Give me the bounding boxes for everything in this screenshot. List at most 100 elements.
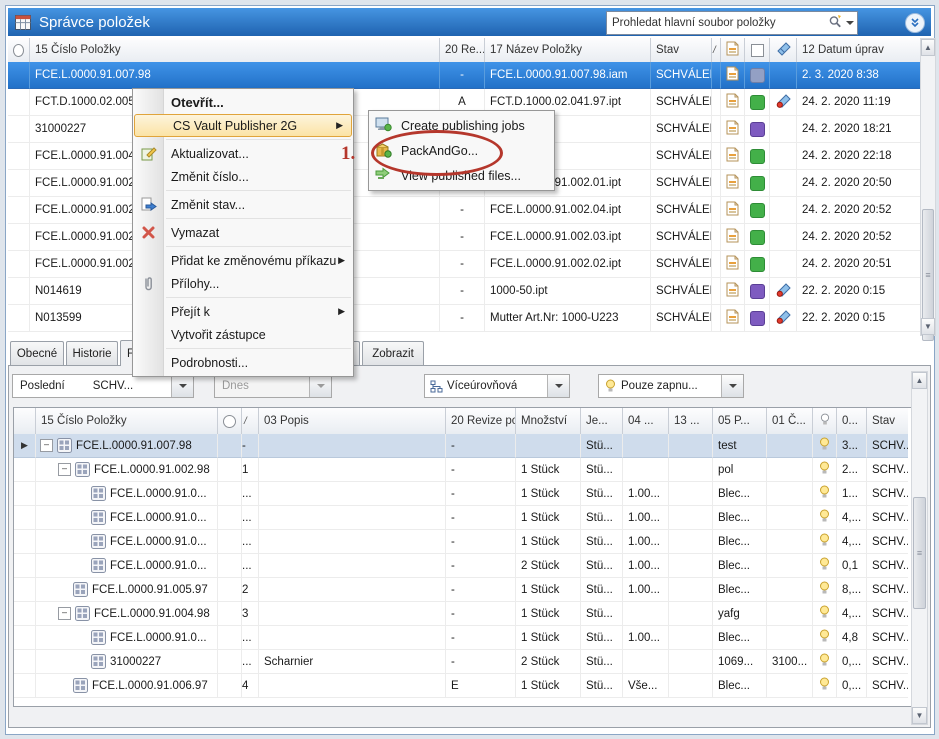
search-value: Prohledat hlavní soubor položky (612, 17, 828, 29)
bom-header-je[interactable]: Je... (581, 408, 623, 434)
bulb-icon (819, 677, 830, 694)
top-grid-scrollbar[interactable]: ▲ ≡ ▼ (920, 38, 936, 336)
search-input[interactable]: Prohledat hlavní soubor položky (606, 11, 858, 35)
collapse-icon[interactable]: – (58, 463, 71, 476)
combo-arrow-icon[interactable] (721, 375, 743, 397)
bom-header-01[interactable]: 01 Č... (767, 408, 813, 434)
menu-item-otevrit[interactable]: Otevřít... (133, 91, 353, 114)
menu-item-cs-vault-publisher[interactable]: CS Vault Publisher 2G▶ (134, 114, 352, 137)
window-title: Správce položek (39, 14, 150, 31)
tab-historie[interactable]: Historie (66, 341, 118, 365)
tab-zobrazit[interactable]: Zobrazit (362, 341, 424, 365)
scroll-up-icon[interactable]: ▲ (912, 372, 927, 389)
combo-arrow-icon[interactable] (171, 375, 193, 397)
cell-revize: - (440, 251, 485, 278)
cell-jednotka: Stü... (581, 650, 623, 674)
bom-row[interactable]: FCE.L.0000.91.006.974E1 StückStü...Vše..… (14, 674, 908, 698)
bom-header-slash[interactable]: / (242, 408, 259, 434)
top-header-tag[interactable] (770, 38, 797, 62)
bom-row[interactable]: FCE.L.0000.91.0......-1 StückStü...1.00.… (14, 482, 908, 506)
row-selector (14, 482, 36, 506)
top-header-re[interactable]: 20 Re... (440, 38, 485, 62)
menu-item-podrobnosti[interactable]: Podrobnosti... (133, 351, 353, 374)
row-selector (14, 674, 36, 698)
cell-slash (712, 278, 721, 305)
top-header-stav[interactable]: Stav (651, 38, 712, 62)
row-selector (14, 530, 36, 554)
cell-bulb (813, 434, 837, 458)
bom-header-revize[interactable]: 20 Revize položky (446, 408, 516, 434)
bom-row[interactable]: –FCE.L.0000.91.004.983-1 StückStü...yafg… (14, 602, 908, 626)
menu-item-zmenit-stav[interactable]: Změnit stav... (133, 193, 353, 216)
bom-row[interactable]: FCE.L.0000.91.0......-2 StückStü...1.00.… (14, 554, 908, 578)
bom-header-05[interactable]: 05 P... (713, 408, 767, 434)
tab-obecne[interactable]: Obecné (10, 341, 64, 365)
menu-item-vymazat[interactable]: Vymazat (133, 221, 353, 244)
row-selector (14, 578, 36, 602)
item-row[interactable]: FCE.L.0000.91.007.98-FCE.L.0000.91.007.9… (8, 62, 920, 89)
bom-row[interactable]: ▶–FCE.L.0000.91.007.98--Stü...test3...SC… (14, 434, 908, 458)
bom-header-04[interactable]: 04 ... (623, 408, 669, 434)
scroll-down-icon[interactable]: ▼ (921, 318, 935, 335)
cell-13 (669, 626, 713, 650)
bom-view-right: SCHV... (93, 380, 133, 392)
top-header-selector[interactable] (8, 38, 30, 62)
menu-item-prilohy[interactable]: Přílohy... (133, 272, 353, 295)
bom-row[interactable]: 31000227...Scharnier-2 StückStü...1069..… (14, 650, 908, 674)
cell-05: Blec... (713, 482, 767, 506)
collapse-icon[interactable]: – (40, 439, 53, 452)
bom-pane-scrollbar[interactable]: ▲ ≡ ▼ (911, 371, 928, 725)
bom-row[interactable]: FCE.L.0000.91.005.972-1 StückStü...1.00.… (14, 578, 908, 602)
top-header-check[interactable] (745, 38, 770, 62)
document-link-icon (726, 93, 739, 111)
menu-item-pridat-ke-zmenovemu[interactable]: Přidat ke změnovému příkazu▶ (133, 249, 353, 272)
search-dropdown-icon[interactable] (846, 21, 854, 29)
cell-radio (218, 530, 242, 554)
top-header-doc[interactable] (721, 38, 745, 62)
cell-radio (218, 578, 242, 602)
bom-row[interactable]: FCE.L.0000.91.0......-1 StückStü...1.00.… (14, 506, 908, 530)
bom-row[interactable]: –FCE.L.0000.91.002.981-1 StückStü...pol2… (14, 458, 908, 482)
search-icon[interactable] (828, 14, 843, 32)
cell-bulb (813, 578, 837, 602)
bom-header-cislo[interactable]: 15 Číslo Položky (36, 408, 218, 434)
document-link-icon (726, 120, 739, 138)
collapse-icon[interactable]: – (58, 607, 71, 620)
menu-item-zmenit-cislo[interactable]: Změnit číslo... (133, 165, 353, 188)
combo-arrow-icon[interactable] (547, 375, 569, 397)
bom-header-13[interactable]: 13 ... (669, 408, 713, 434)
bom-header-bulb[interactable] (813, 408, 837, 434)
bom-header-stav[interactable]: Stav (867, 408, 908, 434)
enabled-only-combo[interactable]: Pouze zapnu... (598, 374, 744, 398)
bom-header-0[interactable]: 0... (837, 408, 867, 434)
cell-tag (770, 251, 797, 278)
row-selector (8, 278, 30, 305)
menu-item-aktualizovat[interactable]: Aktualizovat... (133, 142, 353, 165)
bom-row[interactable]: FCE.L.0000.91.0......-1 StückStü...1.00.… (14, 626, 908, 650)
scroll-down-icon[interactable]: ▼ (912, 707, 927, 724)
scroll-up-icon[interactable]: ▲ (921, 39, 935, 56)
level-mode-combo[interactable]: Víceúrovňová (424, 374, 570, 398)
bom-header-popis[interactable]: 03 Popis (259, 408, 446, 434)
collapse-search-button[interactable] (905, 13, 925, 33)
cell-stav: SCHVÁLENO (651, 251, 712, 278)
cell-stav: SCHV... (867, 554, 908, 578)
checkbox-icon (751, 44, 764, 57)
bom-row[interactable]: FCE.L.0000.91.0......-1 StückStü...1.00.… (14, 530, 908, 554)
cell-stav: SCHV... (867, 650, 908, 674)
bom-header-radio[interactable] (218, 408, 242, 434)
cell-radio (218, 506, 242, 530)
menu-item-prejit-k[interactable]: Přejít k▶ (133, 300, 353, 323)
bom-view-combo[interactable]: Poslední SCHV... (12, 374, 194, 398)
cell-doc (721, 305, 745, 332)
cell-stav: SCHV... (867, 458, 908, 482)
top-header-datum[interactable]: 12 Datum úprav (797, 38, 920, 62)
bom-header-mnozstvi[interactable]: Množství (516, 408, 581, 434)
scrollbar-thumb[interactable]: ≡ (913, 497, 926, 609)
top-header-cislo[interactable]: 15 Číslo Položky (30, 38, 440, 62)
top-header-nazev[interactable]: 17 Název Položky (485, 38, 651, 62)
cell-slash (712, 197, 721, 224)
menu-item-vytvorit-zastupce[interactable]: Vytvořit zástupce (133, 323, 353, 346)
cell-0: 3... (837, 434, 867, 458)
top-header-slash[interactable]: / (712, 38, 721, 62)
